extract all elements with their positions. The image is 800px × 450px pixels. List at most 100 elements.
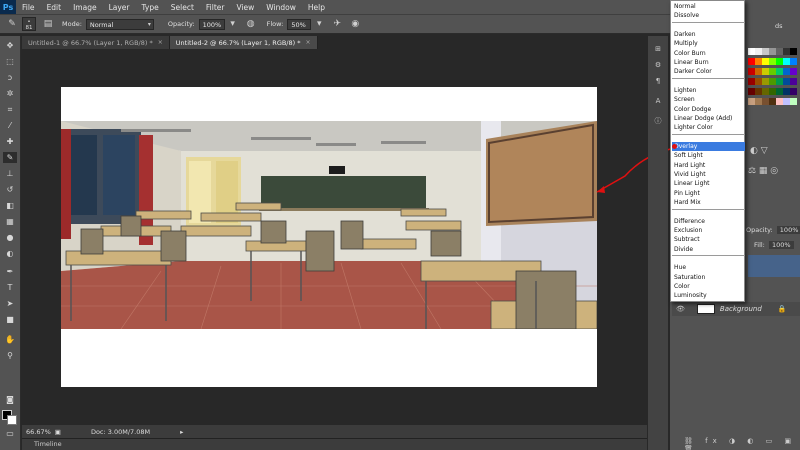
brush-tool-icon[interactable]: ✎ [6, 18, 18, 30]
blend-option-color[interactable]: Color [672, 282, 745, 291]
pressure-opacity-icon[interactable]: ◍ [245, 18, 257, 30]
close-icon[interactable]: × [306, 39, 311, 46]
flow-field[interactable]: 50% [287, 18, 312, 30]
layer-1-row[interactable] [748, 255, 800, 277]
character-icon[interactable]: A [652, 96, 664, 106]
blend-option-subtract[interactable]: Subtract [672, 235, 745, 244]
type-icon[interactable]: T [3, 282, 17, 293]
quick-mask-icon[interactable]: ◙ [3, 394, 17, 405]
blend-option-darken[interactable]: Darken [672, 30, 745, 39]
close-icon[interactable]: × [158, 39, 163, 46]
menu-filter[interactable]: Filter [200, 3, 231, 12]
menu-edit[interactable]: Edit [41, 3, 68, 12]
blend-option-vivid-light[interactable]: Vivid Light [672, 170, 745, 179]
blend-mode-dropdown[interactable]: Normal Dissolve Darken Multiply Color Burn Li… [670, 0, 745, 302]
blend-option-darker-color[interactable]: Darker Color [672, 67, 745, 76]
info-icon[interactable]: ⓘ [652, 116, 664, 126]
opacity-field[interactable]: 100% [198, 18, 225, 30]
blend-option-color-dodge[interactable]: Color Dodge [672, 105, 745, 114]
brush-panel-icon[interactable]: ▤ [42, 18, 54, 30]
timeline-panel-tab[interactable]: Timeline [22, 438, 647, 450]
blend-option-divide[interactable]: Divide [672, 245, 745, 254]
mode-select[interactable]: Normal ▾ [85, 18, 154, 30]
paragraph-icon[interactable]: ¶ [652, 76, 664, 86]
blend-option-color-burn[interactable]: Color Burn [672, 49, 745, 58]
adjustments-icons[interactable]: ◐ ▽ [750, 146, 800, 156]
menu-select[interactable]: Select [165, 3, 200, 12]
blend-option-lighter-color[interactable]: Lighter Color [672, 123, 745, 132]
quick-select-icon[interactable]: ✲ [3, 88, 17, 99]
stamp-icon[interactable]: ⊥ [3, 168, 17, 179]
blend-option-pin-light[interactable]: Pin Light [672, 189, 745, 198]
blend-option-difference[interactable]: Difference [672, 217, 745, 226]
healing-icon[interactable]: ✚ [3, 136, 17, 147]
menu-image[interactable]: Image [67, 3, 103, 12]
mode-value: Normal [89, 20, 114, 29]
eye-icon[interactable]: 👁 [676, 305, 685, 313]
blend-option-lighten[interactable]: Lighten [672, 86, 745, 95]
layer-fill-value[interactable]: 100% [768, 241, 794, 249]
path-select-icon[interactable]: ➤ [3, 298, 17, 309]
move-icon[interactable]: ✥ [3, 40, 17, 51]
eyedropper-icon[interactable]: ⁄ [3, 120, 17, 131]
blend-option-saturation[interactable]: Saturation [672, 273, 745, 282]
document-canvas[interactable] [61, 87, 597, 387]
pen-icon[interactable]: ✒ [3, 266, 17, 277]
blend-option-exclusion[interactable]: Exclusion [672, 226, 745, 235]
blend-option-multiply[interactable]: Multiply [672, 39, 745, 48]
swatches-panel[interactable] [748, 48, 800, 108]
mode-label: Mode: [62, 20, 82, 28]
layer-opacity-label: Opacity: [746, 226, 773, 234]
layers-footer-icons[interactable]: ⛓ fx ◑ ◐ ▭ ▣ 🗑 [684, 437, 800, 450]
pressure-size-icon[interactable]: ◉ [349, 18, 361, 30]
screen-mode-icon[interactable]: ▭ [3, 428, 17, 439]
menu-view[interactable]: View [230, 3, 260, 12]
tab-label: Untitled-1 @ 66.7% (Layer 1, RGB/8) * [28, 38, 153, 47]
tab-untitled-2[interactable]: Untitled-2 @ 66.7% (Layer 1, RGB/8) * × [169, 36, 318, 49]
gradient-icon[interactable]: ▦ [3, 216, 17, 227]
zoom-icon[interactable]: ⚲ [3, 350, 17, 361]
classroom-illustration [61, 121, 597, 329]
shape-icon[interactable]: ■ [3, 314, 17, 325]
annotation-dot [672, 144, 677, 149]
brush-icon[interactable]: ✎ [3, 152, 17, 163]
marquee-icon[interactable]: ⬚ [3, 56, 17, 67]
blend-option-hard-mix[interactable]: Hard Mix [672, 198, 745, 207]
status-menu-icon[interactable]: ▣ [55, 428, 61, 436]
menu-help[interactable]: Help [302, 3, 331, 12]
history-brush-icon[interactable]: ↺ [3, 184, 17, 195]
blend-option-hue[interactable]: Hue [672, 263, 745, 272]
zoom-level[interactable]: 66.67% [26, 428, 51, 436]
brush-preset-picker[interactable]: • 81 [22, 17, 36, 31]
tab-untitled-1[interactable]: Untitled-1 @ 66.7% (Layer 1, RGB/8) * × [22, 36, 170, 49]
layer-opacity-value[interactable]: 100% [776, 226, 800, 234]
opacity-slider-icon[interactable]: ▾ [227, 18, 239, 30]
menu-file[interactable]: File [16, 3, 41, 12]
background-layer-row[interactable]: 👁 Background 🔒 [672, 302, 800, 316]
history-icon[interactable]: ⊞ [652, 44, 664, 54]
lasso-icon[interactable]: ↄ [3, 72, 17, 83]
status-arrow-icon[interactable]: ▸ [180, 428, 183, 436]
blend-option-linear-light[interactable]: Linear Light [672, 179, 745, 188]
eraser-icon[interactable]: ◧ [3, 200, 17, 211]
menu-layer[interactable]: Layer [103, 3, 136, 12]
properties-icon[interactable]: ⚙ [652, 60, 664, 70]
hand-icon[interactable]: ✋ [3, 334, 17, 345]
flow-slider-icon[interactable]: ▾ [313, 18, 325, 30]
blend-option-screen[interactable]: Screen [672, 95, 745, 104]
adjustments-icons-2[interactable]: ⚖ ▦ ◎ [748, 166, 800, 176]
airbrush-icon[interactable]: ✈ [331, 18, 343, 30]
blend-option-hard-light[interactable]: Hard Light [672, 161, 745, 170]
blur-icon[interactable]: ● [3, 232, 17, 243]
blend-option-normal[interactable]: Normal [672, 2, 745, 11]
blend-option-linear-dodge-add[interactable]: Linear Dodge (Add) [672, 114, 745, 123]
crop-icon[interactable]: ⌗ [3, 104, 17, 115]
blend-option-linear-burn[interactable]: Linear Burn [672, 58, 745, 67]
blend-option-overlay[interactable]: Overlay [672, 141, 745, 151]
blend-option-soft-light[interactable]: Soft Light [672, 151, 745, 160]
blend-option-luminosity[interactable]: Luminosity [672, 291, 745, 300]
blend-option-dissolve[interactable]: Dissolve [672, 11, 745, 20]
menu-window[interactable]: Window [260, 3, 302, 12]
menu-type[interactable]: Type [136, 3, 165, 12]
dodge-icon[interactable]: ◐ [3, 248, 17, 259]
